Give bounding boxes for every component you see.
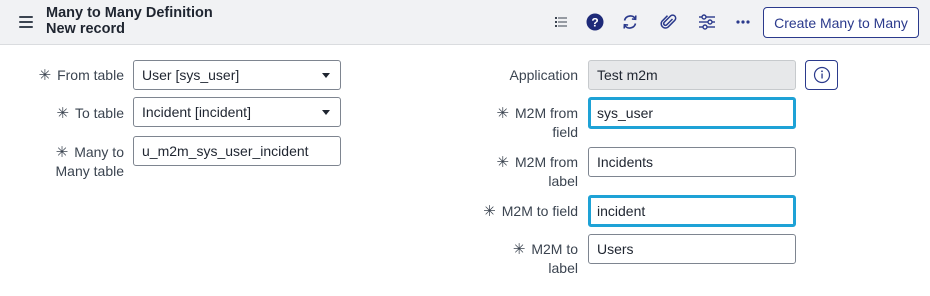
chevron-down-icon [322,110,330,115]
chevron-down-icon [322,73,330,78]
application-field: Test m2m [588,60,796,90]
m2m-from-field-value: sys_user [597,105,654,121]
m2m-to-label-input[interactable]: Users [588,234,796,264]
page-title: Many to Many Definition [46,5,213,21]
application-label: Application [509,67,579,83]
m2m-to-label-value: Users [597,241,634,257]
help-icon[interactable]: ? [582,9,608,35]
m2m-to-label-label: ✳ M2M to label [512,241,578,276]
required-icon: ✳ [483,203,496,220]
required-icon: ✳ [56,105,69,122]
required-icon: ✳ [55,144,69,161]
page-subtitle: New record [46,21,125,37]
required-icon: ✳ [38,67,52,84]
required-icon: ✳ [496,105,509,122]
to-table-label: ✳ To table [56,105,124,122]
m2m-to-field-label: ✳ M2M to field [483,203,578,220]
from-table-select[interactable]: User [sys_user] [133,60,341,90]
m2m-from-label-value: Incidents [597,154,654,170]
svg-text:?: ? [591,16,598,30]
settings-sliders-icon[interactable] [694,9,720,35]
to-table-select[interactable]: Incident [incident] [133,97,341,127]
create-many-to-many-button[interactable]: Create Many to Many [763,7,919,38]
refresh-icon[interactable] [617,9,643,35]
many-to-many-table-value: u_m2m_sys_user_incident [142,143,309,159]
more-icon[interactable] [730,9,756,35]
required-icon: ✳ [512,241,526,258]
form-header: Many to Many Definition New record ? Cre… [0,0,930,45]
required-icon: ✳ [496,154,509,171]
many-to-many-table-input[interactable]: u_m2m_sys_user_incident [133,136,341,166]
attachment-icon[interactable] [656,9,682,35]
m2m-from-field-input[interactable]: sys_user [588,97,796,129]
m2m-to-field-input[interactable]: incident [588,195,796,227]
from-table-value: User [sys_user] [142,67,240,83]
many-to-many-table-label: ✳ Many to Many table [55,144,124,179]
m2m-from-field-label: ✳ M2M from field [496,105,578,140]
m2m-from-label-label: ✳ M2M from label [496,154,578,189]
hamburger-icon[interactable] [19,16,33,28]
from-table-label: ✳ From table [38,67,125,84]
m2m-from-label-input[interactable]: Incidents [588,147,796,177]
m2m-to-field-value: incident [597,203,646,219]
info-icon [813,66,830,84]
list-icon[interactable] [548,9,574,35]
to-table-value: Incident [incident] [142,104,251,120]
info-button[interactable] [805,60,838,90]
application-value: Test m2m [597,67,658,83]
form-title-block: Many to Many Definition New record [46,5,213,37]
